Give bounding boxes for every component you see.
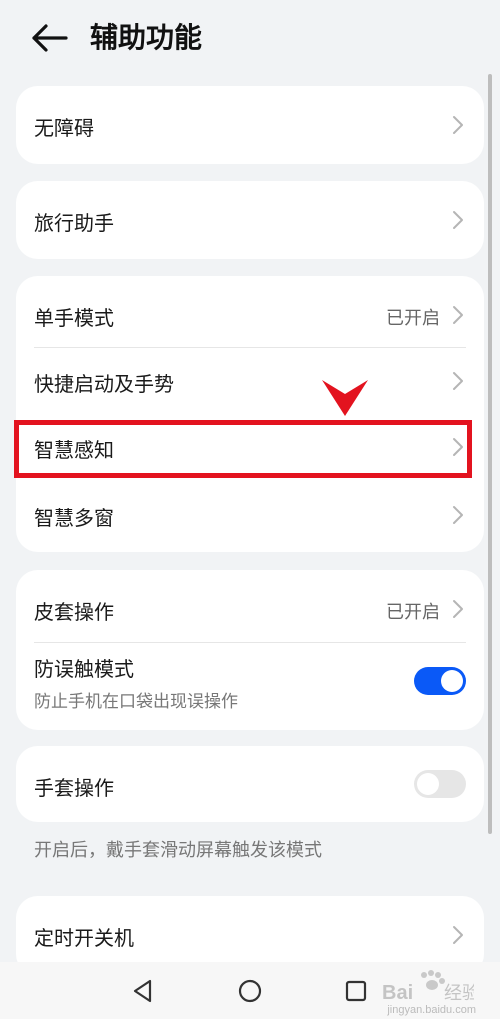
settings-item-accidental-touch: 防误触模式 防止手机在口袋出现误操作 — [16, 643, 484, 730]
item-label: 快捷启动及手势 — [34, 372, 174, 396]
nav-back-icon[interactable] — [128, 976, 158, 1006]
chevron-right-icon — [453, 506, 463, 524]
accidental-touch-toggle[interactable] — [414, 667, 466, 695]
item-label: 皮套操作 — [34, 600, 114, 624]
settings-item-one-handed-mode[interactable]: 单手模式 已开启 — [16, 276, 484, 346]
settings-item-shortcuts-gestures[interactable]: 快捷启动及手势 — [16, 348, 484, 414]
nav-recents-icon[interactable] — [341, 976, 371, 1006]
item-label: 手套操作 — [34, 776, 114, 800]
item-label: 旅行助手 — [34, 211, 114, 235]
item-label: 无障碍 — [34, 116, 94, 140]
toggle-knob — [441, 670, 463, 692]
pointer-arrow-icon — [322, 380, 368, 416]
chevron-right-icon — [453, 372, 463, 390]
settings-group-1: 无障碍 — [16, 86, 484, 164]
settings-group-5: 手套操作 — [16, 746, 484, 822]
svg-text:经验: 经验 — [444, 983, 474, 1004]
settings-item-accessibility[interactable]: 无障碍 — [16, 86, 484, 164]
chevron-right-icon — [453, 306, 463, 324]
svg-text:Bai: Bai — [382, 982, 413, 1004]
item-label: 智慧多窗 — [34, 506, 114, 530]
highlight-box — [14, 420, 472, 478]
item-label: 防误触模式 — [34, 657, 134, 681]
item-status: 已开启 — [386, 602, 440, 623]
item-status: 已开启 — [386, 308, 440, 329]
item-label: 定时开关机 — [34, 926, 134, 950]
watermark-url: jingyan.baidu.com — [387, 1004, 476, 1016]
nav-home-icon[interactable] — [235, 976, 265, 1006]
page-title: 辅助功能 — [90, 21, 203, 54]
item-label: 单手模式 — [34, 306, 114, 330]
settings-item-glove-mode: 手套操作 — [16, 746, 484, 822]
settings-group-2: 旅行助手 — [16, 181, 484, 259]
top-bar: 辅助功能 — [0, 0, 500, 78]
item-subtitle: 防止手机在口袋出现误操作 — [34, 692, 238, 712]
settings-item-multi-window[interactable]: 智慧多窗 — [16, 480, 484, 552]
glove-mode-toggle[interactable] — [414, 770, 466, 798]
glove-mode-note: 开启后，戴手套滑动屏幕触发该模式 — [34, 840, 322, 861]
chevron-right-icon — [453, 600, 463, 618]
toggle-knob — [417, 773, 439, 795]
back-arrow-icon[interactable] — [30, 20, 70, 56]
scrollbar[interactable] — [488, 74, 492, 834]
settings-item-travel-assistant[interactable]: 旅行助手 — [16, 181, 484, 259]
settings-item-scheduled-power[interactable]: 定时开关机 — [16, 896, 484, 966]
settings-item-cover-operation[interactable]: 皮套操作 已开启 — [16, 570, 484, 642]
chevron-right-icon — [453, 211, 463, 229]
chevron-right-icon — [453, 116, 463, 134]
settings-group-3: 单手模式 已开启 快捷启动及手势 智慧感知 智慧多窗 — [16, 276, 484, 552]
chevron-right-icon — [453, 926, 463, 944]
settings-group-4: 皮套操作 已开启 防误触模式 防止手机在口袋出现误操作 — [16, 570, 484, 730]
